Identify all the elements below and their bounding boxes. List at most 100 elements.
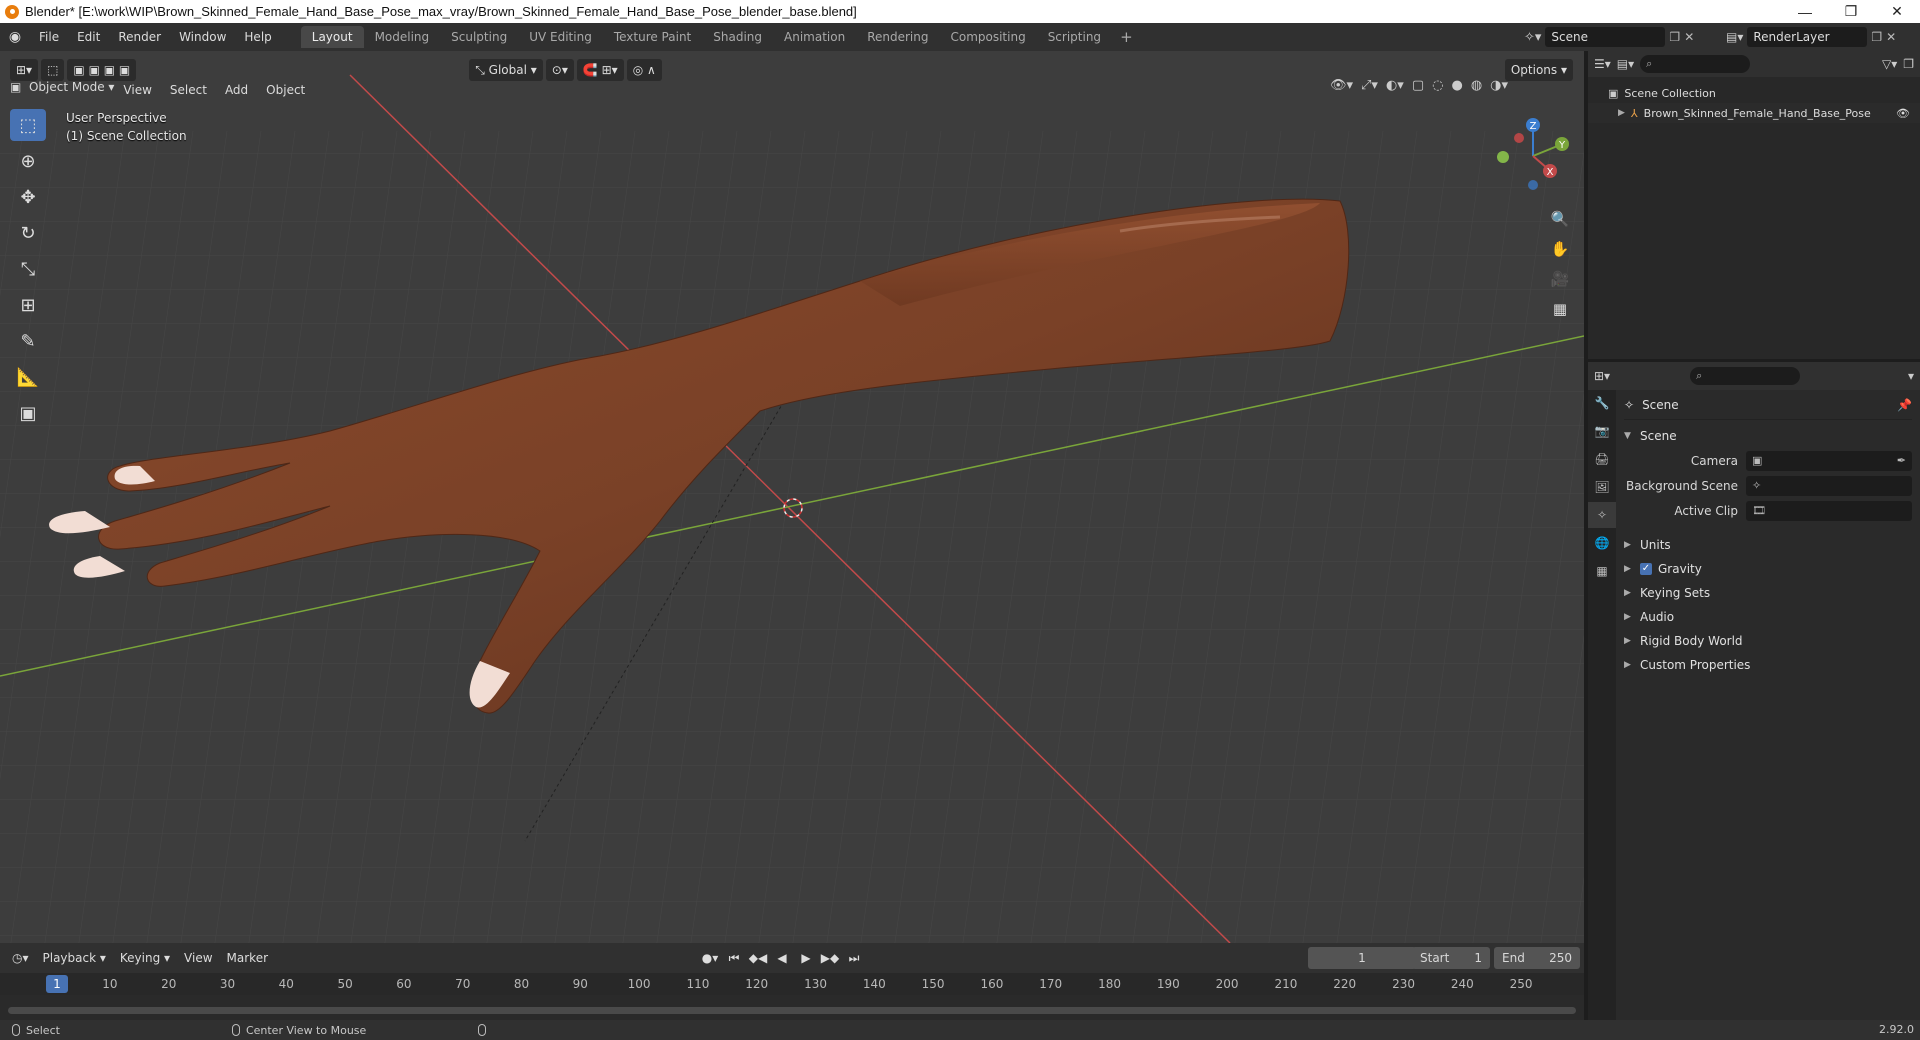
jump-start-icon[interactable]: ⏮ (724, 947, 744, 969)
new-view-layer-icon[interactable]: ❐ (1871, 30, 1882, 44)
3d-viewport[interactable]: ⊞▾ ⬚ ▣ ▣ ▣ ▣ ⤡ Global ▾ ⊙▾ 🧲 ⊞▾ ◎ ∧ Opti… (0, 51, 1584, 943)
timeline-menu-playback[interactable]: Playback ▾ (36, 951, 113, 965)
gizmo-toggle-icon[interactable]: ⤢▾ (1361, 78, 1378, 93)
active-clip-field[interactable]: 🎞 (1746, 500, 1912, 521)
proportional-editing-toggle[interactable]: ◎ ∧ (626, 59, 662, 81)
mode-dropdown[interactable]: ▣ Object Mode ▾ (10, 80, 114, 100)
menu-file[interactable]: File (30, 23, 68, 51)
tab-compositing[interactable]: Compositing (939, 26, 1036, 48)
view-layer-icon[interactable]: ▤▾ (1726, 30, 1743, 44)
scene-tab-icon[interactable]: ✧ (1588, 502, 1616, 528)
panel-rigid-body-world[interactable]: ▶ Rigid Body World (1624, 629, 1912, 653)
panel-keying-sets[interactable]: ▶ Keying Sets (1624, 581, 1912, 605)
remove-scene-icon[interactable]: ✕ (1684, 30, 1694, 44)
view-layer-tab-icon[interactable]: 🖼 (1588, 474, 1616, 500)
overlays-toggle-icon[interactable]: ◐▾ (1386, 78, 1404, 93)
play-icon[interactable]: ▶ (796, 947, 816, 969)
panel-scene[interactable]: ▼ Scene (1624, 424, 1912, 448)
properties-editor-type-icon[interactable]: ⊞▾ (1594, 369, 1610, 383)
material-shading-icon[interactable]: ◍ (1471, 78, 1482, 93)
rotate-tool-icon[interactable]: ↻ (10, 217, 46, 249)
scale-tool-icon[interactable]: ⤡ (10, 253, 46, 285)
camera-view-icon[interactable]: 🎥 (1546, 265, 1574, 293)
add-workspace-icon[interactable]: + (1112, 26, 1141, 48)
timeline-menu-keying[interactable]: Keying ▾ (113, 951, 177, 965)
remove-view-layer-icon[interactable]: ✕ (1886, 30, 1896, 44)
scene-name-field[interactable]: Scene (1545, 27, 1666, 47)
playhead[interactable]: 1 (46, 975, 68, 993)
texture-tab-icon[interactable]: ▦ (1588, 558, 1616, 584)
transform-orientation-dropdown[interactable]: ⤡ Global ▾ (469, 59, 543, 81)
timeline-ruler[interactable]: 1 10 20 30 40 50 60 70 80 90 100 110 120 130 140 150 16… (0, 973, 1584, 995)
add-cube-tool-icon[interactable]: ▣ (10, 397, 46, 429)
tab-shading[interactable]: Shading (702, 26, 773, 48)
zoom-icon[interactable]: 🔍 (1546, 205, 1574, 233)
tab-layout[interactable]: Layout (300, 26, 364, 48)
timeline-scrollbar[interactable] (8, 1007, 1576, 1014)
jump-end-icon[interactable]: ⏭ (844, 947, 864, 969)
auto-keying-icon[interactable]: ●▾ (700, 947, 720, 969)
viewport-menu-object[interactable]: Object (257, 76, 314, 104)
snap-toggle[interactable]: 🧲 ⊞▾ (576, 59, 624, 81)
jump-keyframe-forward-icon[interactable]: ▶◆ (820, 947, 840, 969)
properties-editor[interactable]: ⊞▾ ⌕ ▾ 🔧 📷 🖨 🖼 ✧ 🌐 ▦ ✧ Scene 📌 ▼ Scene C… (1588, 362, 1920, 1020)
properties-search-input[interactable]: ⌕ (1690, 367, 1801, 385)
viewport-menu-select[interactable]: Select (161, 76, 216, 104)
orthographic-toggle-icon[interactable]: ▦ (1546, 295, 1574, 323)
pivot-point-dropdown[interactable]: ⊙▾ (545, 59, 574, 81)
outliner-item-hand[interactable]: ▶ ⅄ Brown_Skinned_Female_Hand_Base_Pose … (1588, 103, 1920, 123)
transform-tool-icon[interactable]: ⊞ (10, 289, 46, 321)
restore-button[interactable]: ❐ (1828, 0, 1874, 23)
tab-modeling[interactable]: Modeling (364, 26, 441, 48)
timeline-menu-view[interactable]: View (177, 951, 219, 965)
gravity-checkbox[interactable]: ✓ (1640, 563, 1652, 575)
annotate-tool-icon[interactable]: ✎ (10, 325, 46, 357)
panel-units[interactable]: ▶ Units (1624, 533, 1912, 557)
outliner-display-mode-icon[interactable]: ▤▾ (1617, 57, 1634, 71)
wireframe-shading-icon[interactable]: ◌ (1432, 78, 1443, 93)
gizmo-neg-x[interactable] (1514, 133, 1524, 143)
gizmo-neg-y[interactable] (1497, 151, 1509, 163)
tab-sculpting[interactable]: Sculpting (440, 26, 518, 48)
jump-keyframe-back-icon[interactable]: ◆◀ (748, 947, 768, 969)
menu-edit[interactable]: Edit (68, 23, 109, 51)
blender-menu-icon[interactable]: ◉ (0, 29, 30, 45)
tab-animation[interactable]: Animation (773, 26, 856, 48)
tab-rendering[interactable]: Rendering (856, 26, 939, 48)
cursor-tool-icon[interactable]: ⊕ (10, 145, 46, 177)
tab-texture-paint[interactable]: Texture Paint (603, 26, 702, 48)
background-scene-field[interactable]: ✧ (1746, 475, 1912, 496)
eyedropper-icon[interactable]: ✒ (1897, 454, 1906, 467)
world-tab-icon[interactable]: 🌐 (1588, 530, 1616, 556)
menu-help[interactable]: Help (235, 23, 280, 51)
properties-options-icon[interactable]: ▾ (1908, 369, 1914, 383)
move-tool-icon[interactable]: ✥ (10, 181, 46, 213)
xray-toggle-icon[interactable]: ▢ (1412, 78, 1424, 93)
select-tool-icon[interactable]: ⬚ (10, 109, 46, 141)
tab-uv-editing[interactable]: UV Editing (518, 26, 603, 48)
visibility-eye-icon[interactable]: 👁 (1896, 107, 1910, 120)
start-frame-field[interactable]: Start 1 (1412, 947, 1490, 969)
tab-scripting[interactable]: Scripting (1037, 26, 1112, 48)
view-layer-field[interactable]: RenderLayer (1747, 27, 1868, 47)
pin-icon[interactable]: 📌 (1897, 398, 1912, 412)
panel-audio[interactable]: ▶ Audio (1624, 605, 1912, 629)
filter-icon[interactable]: ▽▾ (1882, 57, 1897, 71)
render-tab-icon[interactable]: 📷 (1588, 418, 1616, 444)
play-reverse-icon[interactable]: ◀ (772, 947, 792, 969)
timeline-editor-type-icon[interactable]: ◷▾ (0, 951, 36, 965)
new-scene-icon[interactable]: ❐ (1669, 30, 1680, 44)
pan-hand-icon[interactable]: ✋ (1546, 235, 1574, 263)
outliner-search-input[interactable]: ⌕ (1640, 55, 1751, 73)
measure-tool-icon[interactable]: 📐 (10, 361, 46, 393)
end-frame-field[interactable]: End 250 (1494, 947, 1580, 969)
new-collection-icon[interactable]: ❐ (1903, 57, 1914, 71)
options-dropdown[interactable]: Options ▾ (1504, 59, 1573, 81)
viewport-menu-add[interactable]: Add (216, 76, 257, 104)
outliner-editor[interactable]: ☰▾ ▤▾ ⌕ ▽▾ ❐ ▣ Scene Collection ▶ ⅄ Brow… (1588, 51, 1920, 359)
navigation-gizmo[interactable]: Z Y X (1490, 113, 1576, 199)
minimize-button[interactable]: — (1782, 0, 1828, 23)
panel-custom-properties[interactable]: ▶ Custom Properties (1624, 653, 1912, 677)
visibility-icon[interactable]: 👁▾ (1330, 78, 1353, 93)
rendered-shading-icon[interactable]: ◑▾ (1490, 78, 1508, 93)
